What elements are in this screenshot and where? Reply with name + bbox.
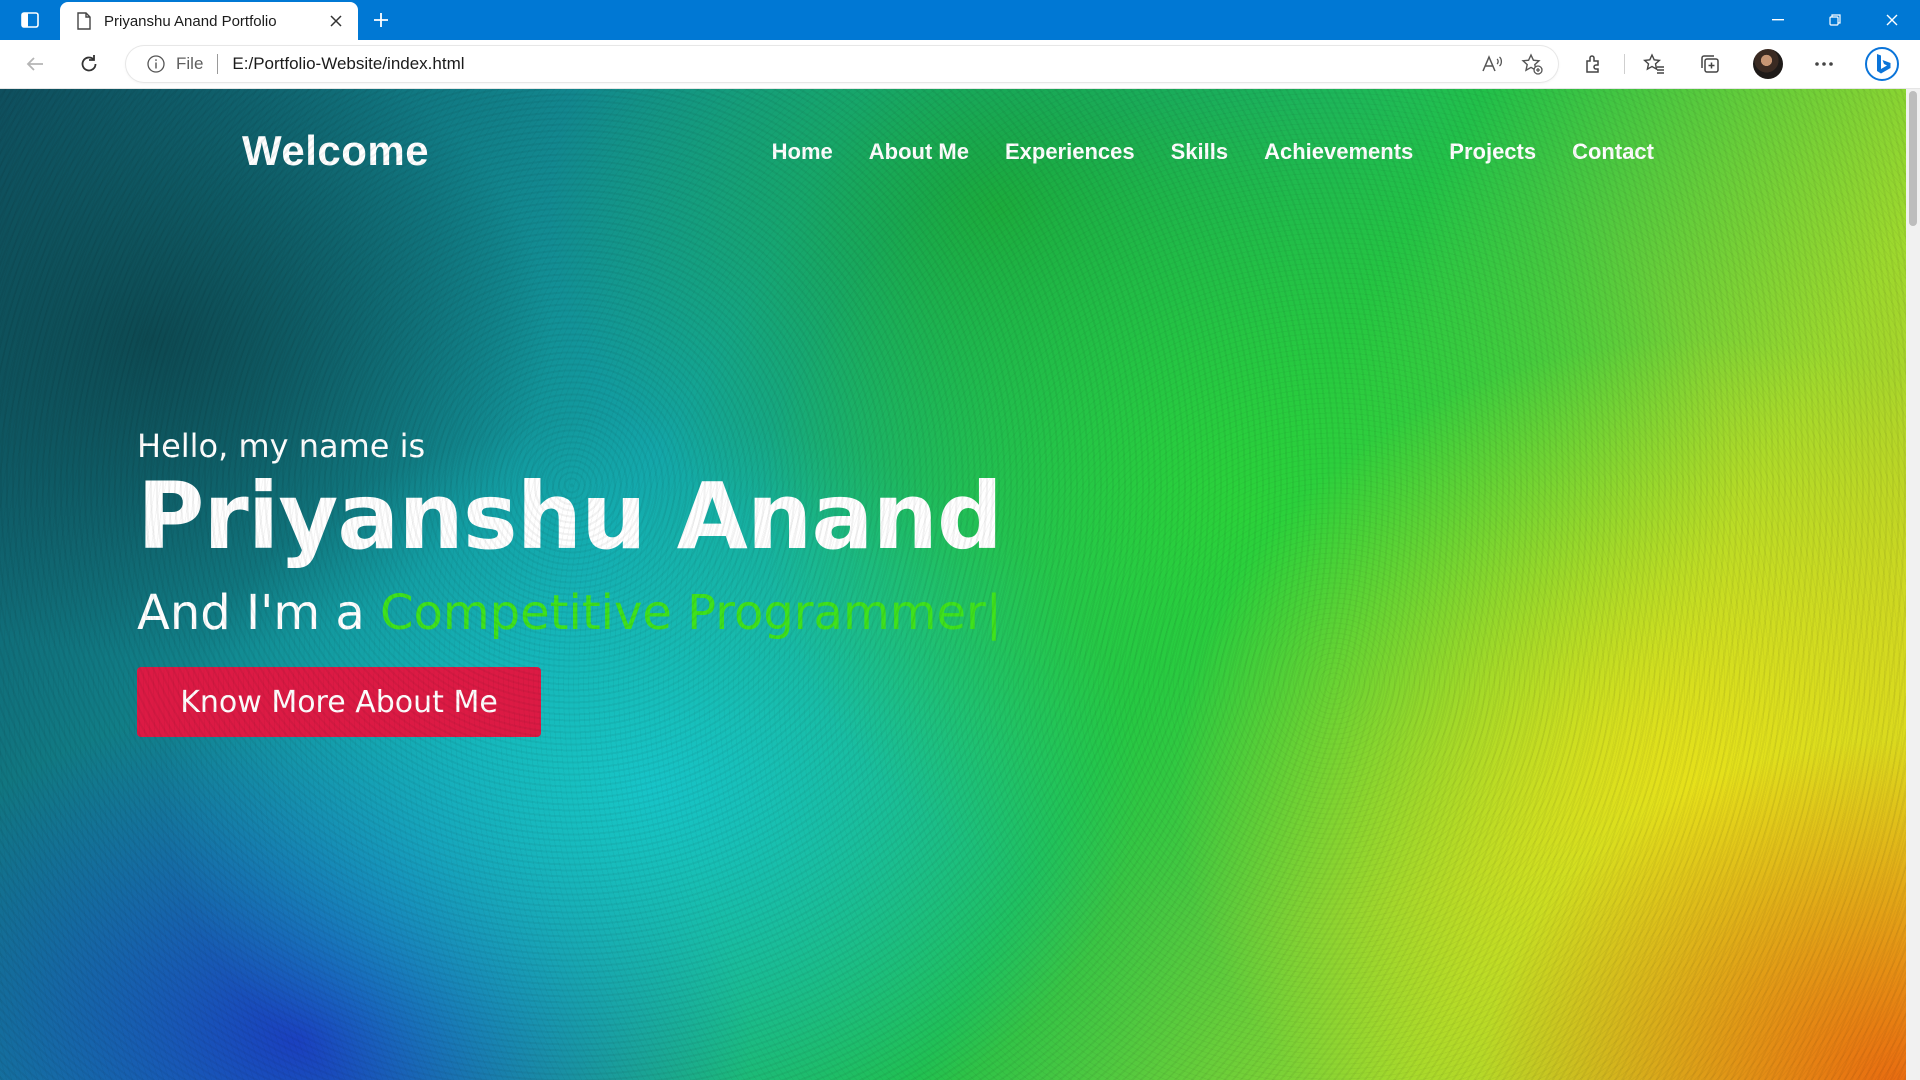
nav-link-contact[interactable]: Contact <box>1572 139 1654 165</box>
page-icon <box>74 11 94 31</box>
close-window-icon[interactable] <box>1863 0 1920 40</box>
minimize-icon[interactable] <box>1749 0 1806 40</box>
nav-link-projects[interactable]: Projects <box>1449 139 1536 165</box>
browser-tab-bar: Priyanshu Anand Portfolio <box>0 0 1920 40</box>
browser-toolbar: File E:/Portfolio-Website/index.html <box>0 40 1920 89</box>
restore-icon[interactable] <box>1806 0 1863 40</box>
more-options-icon[interactable] <box>1804 48 1844 80</box>
page-viewport: Welcome Home About Me Experiences Skills… <box>0 89 1906 1080</box>
hero-role-prefix: And I'm a <box>137 585 381 641</box>
hero-section: Hello, my name is Priyanshu Anand And I'… <box>137 427 1003 737</box>
nav-link-achievements[interactable]: Achievements <box>1264 139 1413 165</box>
favorites-icon[interactable] <box>1634 48 1674 80</box>
new-tab-icon[interactable] <box>366 6 396 34</box>
url-scheme: File <box>176 54 204 73</box>
add-favorite-icon[interactable] <box>1512 48 1552 80</box>
info-icon[interactable] <box>146 54 166 74</box>
scrollbar-thumb[interactable] <box>1909 91 1917 226</box>
nav-link-about-me[interactable]: About Me <box>869 139 969 165</box>
nav-link-skills[interactable]: Skills <box>1171 139 1228 165</box>
hero-greeting: Hello, my name is <box>137 427 426 465</box>
tab-title: Priyanshu Anand Portfolio <box>104 12 277 30</box>
nav-link-home[interactable]: Home <box>772 139 833 165</box>
hero-role-line: And I'm a Competitive Programmer| <box>137 585 1002 641</box>
know-more-button[interactable]: Know More About Me <box>137 667 541 737</box>
browser-tab[interactable]: Priyanshu Anand Portfolio <box>60 2 358 40</box>
back-arrow-icon[interactable] <box>18 48 52 80</box>
nav-link-experiences[interactable]: Experiences <box>1005 139 1135 165</box>
site-logo[interactable]: Welcome <box>242 127 429 175</box>
hero-name: Priyanshu Anand <box>137 463 1003 570</box>
page-scrollbar[interactable] <box>1906 89 1920 1080</box>
site-navigation: Home About Me Experiences Skills Achieve… <box>772 139 1654 165</box>
close-tab-icon[interactable] <box>322 7 350 35</box>
tab-actions-icon[interactable] <box>14 6 46 34</box>
address-separator <box>217 54 219 74</box>
profile-avatar[interactable] <box>1748 48 1788 80</box>
url-text[interactable]: E:/Portfolio-Website/index.html <box>232 54 1472 74</box>
address-bar[interactable]: File E:/Portfolio-Website/index.html <box>126 46 1558 82</box>
bing-copilot-icon[interactable] <box>1862 47 1902 81</box>
hero-role-text: Competitive Programmer <box>380 585 986 641</box>
read-aloud-icon[interactable] <box>1472 48 1512 80</box>
refresh-icon[interactable] <box>72 48 106 80</box>
typing-cursor: | <box>985 585 1002 641</box>
window-controls <box>1749 0 1920 40</box>
avatar <box>1753 49 1783 79</box>
extensions-icon[interactable] <box>1574 48 1614 80</box>
collections-icon[interactable] <box>1690 48 1730 80</box>
toolbar-divider <box>1624 54 1625 74</box>
